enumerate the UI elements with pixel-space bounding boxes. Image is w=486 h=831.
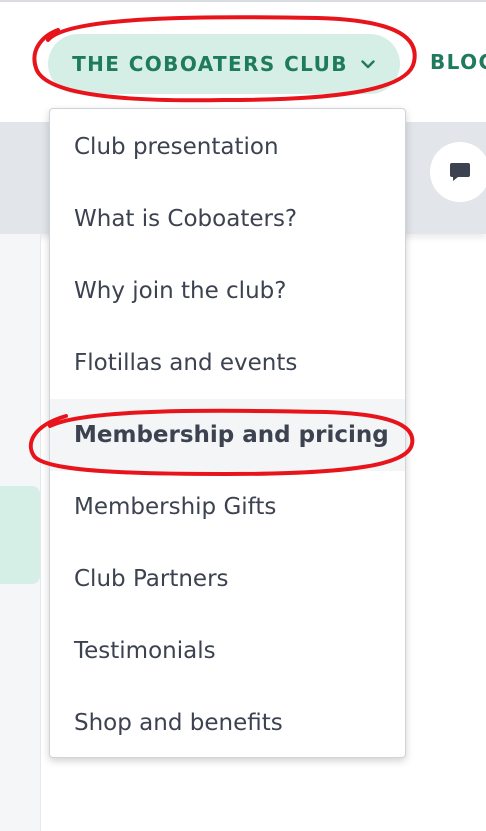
menu-item-label: Club presentation — [74, 134, 279, 160]
menu-item-label: Membership Gifts — [74, 494, 277, 520]
menu-item-label: Club Partners — [74, 566, 229, 592]
menu-item-label: Why join the club? — [74, 278, 287, 304]
menu-item-club-partners[interactable]: Club Partners — [50, 543, 405, 615]
chat-bubble-icon — [448, 160, 472, 184]
nav-coboaters-club-label: THE COBOATERS CLUB — [72, 52, 348, 76]
nav-blog-link[interactable]: BLOG — [430, 50, 486, 74]
chat-button[interactable] — [430, 142, 486, 202]
club-dropdown-menu: Club presentation What is Coboaters? Why… — [49, 108, 406, 758]
menu-item-shop-benefits[interactable]: Shop and benefits — [50, 687, 405, 759]
menu-item-testimonials[interactable]: Testimonials — [50, 615, 405, 687]
menu-item-label: Membership and pricing — [74, 422, 389, 448]
menu-item-label: Shop and benefits — [74, 710, 283, 736]
menu-item-what-is-coboaters[interactable]: What is Coboaters? — [50, 183, 405, 255]
menu-item-label: What is Coboaters? — [74, 206, 298, 232]
menu-item-flotillas-events[interactable]: Flotillas and events — [50, 327, 405, 399]
menu-item-membership-pricing[interactable]: Membership and pricing — [50, 399, 405, 471]
nav-coboaters-club-button[interactable]: THE COBOATERS CLUB — [48, 34, 400, 94]
menu-item-label: Flotillas and events — [74, 350, 298, 376]
menu-item-label: Testimonials — [74, 638, 216, 664]
site-header: THE COBOATERS CLUB BLOG — [0, 2, 486, 122]
left-sidebar-border — [40, 234, 41, 831]
menu-item-club-presentation[interactable]: Club presentation — [50, 111, 405, 183]
menu-item-membership-gifts[interactable]: Membership Gifts — [50, 471, 405, 543]
menu-item-why-join[interactable]: Why join the club? — [50, 255, 405, 327]
chevron-down-icon — [360, 56, 376, 72]
left-sidebar-highlight — [0, 486, 40, 584]
